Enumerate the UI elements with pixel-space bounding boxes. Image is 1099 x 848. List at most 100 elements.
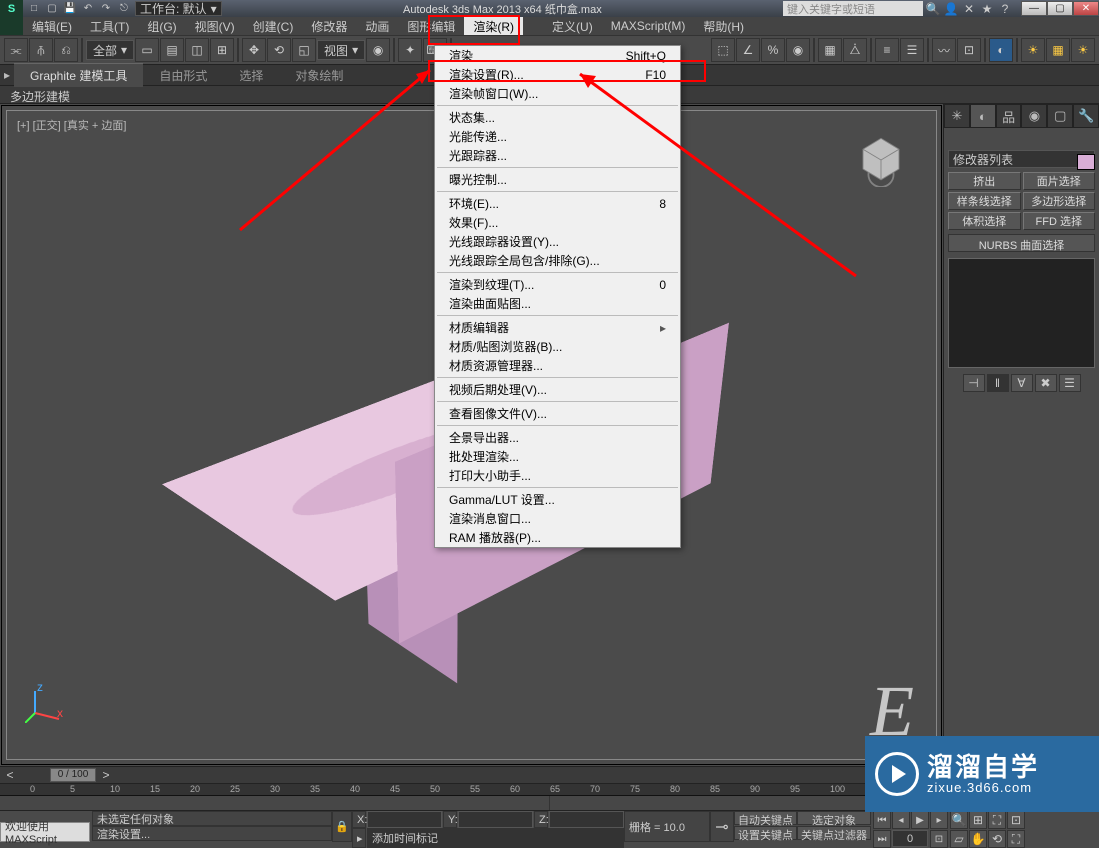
btn-vol-select[interactable]: 体积选择 [948,212,1021,230]
menu-item[interactable]: 渲染消息窗口... [435,509,680,528]
search-icon[interactable]: 🔍 [925,2,941,16]
pan-icon[interactable]: ✋ [969,830,987,848]
qat-redo-icon[interactable]: ↷ [99,2,113,16]
material-editor-icon[interactable]: ◐ [989,38,1013,62]
select-icon[interactable]: ▭ [135,38,159,62]
qat-open-icon[interactable]: ▢ [45,2,59,16]
render-setup-icon[interactable]: ☀ [1021,38,1045,62]
manipulate-icon[interactable]: ✦ [398,38,422,62]
menu-item[interactable]: 环境(E)...8 [435,194,680,213]
ribbon-expand-icon[interactable]: ▸ [0,68,14,82]
qat-undo-icon[interactable]: ↶ [81,2,95,16]
menu-modifiers[interactable]: 修改器 [302,17,356,35]
key-mode-icon[interactable]: ⊸ [710,811,734,842]
menu-graph[interactable]: 图形编辑 [398,17,464,35]
menu-help[interactable]: 帮助(H) [694,17,753,35]
maximize-button[interactable]: ▢ [1047,1,1073,16]
menu-customize[interactable]: 定义(U) [543,17,602,35]
tab-utilities-icon[interactable]: 🔧 [1073,104,1099,128]
snap-toggle-icon[interactable]: ⬚ [711,38,735,62]
menu-item[interactable]: 光跟踪器... [435,146,680,165]
keyfilter-button[interactable]: 关键点过滤器 [797,826,871,840]
rendered-frame-icon[interactable]: ▦ [1046,38,1070,62]
fov-icon[interactable]: ▱ [950,830,968,848]
show-end-icon[interactable]: ‖ [987,374,1009,392]
prev-frame-icon[interactable]: ◂ [892,811,910,829]
menu-views[interactable]: 视图(V) [186,17,244,35]
play-icon[interactable]: ▶ [911,811,929,829]
workspace-selector[interactable]: 工作台: 默认▾ [135,1,222,16]
menu-item[interactable]: 渲染曲面贴图... [435,294,680,313]
viewport-label[interactable]: [+] [正交] [真实 + 边面] [17,117,126,133]
menu-create[interactable]: 创建(C) [244,17,303,35]
tab-modify-icon[interactable]: ◐ [970,104,996,128]
zoom-extents-icon[interactable]: ⛶ [988,811,1006,829]
help-search-input[interactable]: 键入关键字或短语 [783,1,923,16]
btn-extrude[interactable]: 挤出 [948,172,1021,190]
viewcube[interactable] [854,133,908,187]
btn-spline-select[interactable]: 样条线选择 [948,192,1021,210]
menu-item[interactable]: 光能传递... [435,127,680,146]
pivot-icon[interactable]: ◉ [366,38,390,62]
menu-edit[interactable]: 编辑(E) [23,17,81,35]
autokey-button[interactable]: 自动关键点 [734,811,797,825]
link-icon[interactable]: ⫘ [4,38,28,62]
app-logo[interactable]: S [0,0,23,17]
menu-item[interactable]: 视频后期处理(V)... [435,380,680,399]
spinner-snap-icon[interactable]: ◉ [786,38,810,62]
selection-filter-dropdown[interactable]: 全部▾ [86,40,134,60]
menu-item[interactable]: 曝光控制... [435,170,680,189]
coord-z-input[interactable] [549,811,624,828]
signin-icon[interactable]: 👤 [943,2,959,16]
app-menu-button[interactable] [0,17,23,35]
configure-icon[interactable]: ☰ [1059,374,1081,392]
align-icon[interactable]: ≡ [875,38,899,62]
window-crossing-icon[interactable]: ⊞ [210,38,234,62]
rotate-icon[interactable]: ⟲ [267,38,291,62]
mirror-icon[interactable]: ⧊ [843,38,867,62]
menu-item[interactable]: 渲染到纹理(T)...0 [435,275,680,294]
menu-animation[interactable]: 动画 [356,17,398,35]
zoom-all-icon[interactable]: ⊞ [969,811,987,829]
zoom-icon[interactable]: 🔍 [950,811,968,829]
ribbon-tab-graphite[interactable]: Graphite 建模工具 [14,63,143,87]
qat-new-icon[interactable]: □ [27,2,41,16]
menu-item[interactable]: 效果(F)... [435,213,680,232]
menu-item[interactable]: RAM 播放器(P)... [435,528,680,547]
menu-item[interactable]: 打印大小助手... [435,466,680,485]
menu-item[interactable]: 渲染设置(R)...F10 [435,65,680,84]
help-icon[interactable]: ? [997,2,1013,16]
btn-poly-select[interactable]: 多边形选择 [1023,192,1096,210]
maxscript-listener-tab[interactable]: 欢迎使用 MAXScript [0,822,90,842]
qat-save-icon[interactable]: 💾 [63,2,77,16]
goto-end-icon[interactable]: ⏭ [873,830,891,848]
modifier-list-dropdown[interactable]: 修改器列表▾ [948,150,1095,168]
menu-item[interactable]: 批处理渲染... [435,447,680,466]
close-button[interactable]: ✕ [1073,1,1099,16]
refcoord-dropdown[interactable]: 视图▾ [317,40,365,60]
bind-icon[interactable]: ⎌ [54,38,78,62]
setkey-button[interactable]: 设置关键点 [734,826,797,840]
lock-selection-icon[interactable]: 🔒 [332,811,352,842]
modifier-stack[interactable] [948,258,1095,368]
layers-icon[interactable]: ☰ [900,38,924,62]
time-config-icon[interactable]: ⊡ [930,830,948,848]
remove-mod-icon[interactable]: ✖ [1035,374,1057,392]
angle-snap-icon[interactable]: ∠ [736,38,760,62]
qat-link-icon[interactable]: ⎋ [117,2,131,16]
menu-item[interactable]: 查看图像文件(V)... [435,404,680,423]
maximize-viewport-icon[interactable]: ⛶ [1007,830,1025,848]
unlink-icon[interactable]: ⫚ [29,38,53,62]
menu-tools[interactable]: 工具(T) [81,17,138,35]
menu-item[interactable]: 状态集... [435,108,680,127]
menu-maxscript[interactable]: MAXScript(M) [602,17,695,35]
menu-item[interactable]: 材质编辑器 [435,318,680,337]
menu-rendering[interactable]: 渲染(R) [464,17,523,35]
menu-item[interactable]: Gamma/LUT 设置... [435,490,680,509]
select-region-icon[interactable]: ◫ [185,38,209,62]
make-unique-icon[interactable]: ∀ [1011,374,1033,392]
btn-patch-select[interactable]: 面片选择 [1023,172,1096,190]
menu-item[interactable]: 全景导出器... [435,428,680,447]
pin-stack-icon[interactable]: ⊣ [963,374,985,392]
move-icon[interactable]: ✥ [242,38,266,62]
